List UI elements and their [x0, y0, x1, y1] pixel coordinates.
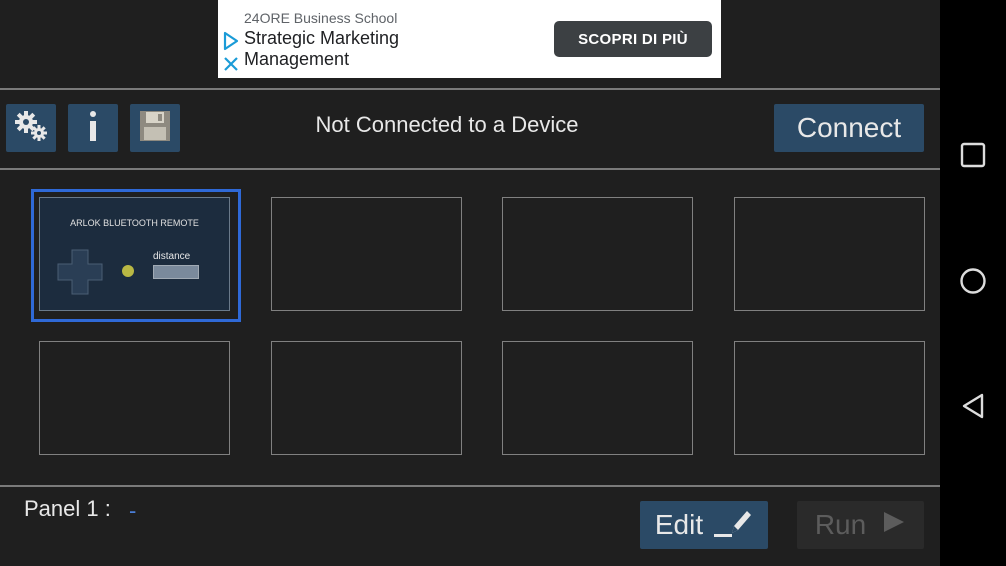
- toolbar-divider: [0, 168, 940, 170]
- recents-button[interactable]: [953, 137, 993, 177]
- panel-label: Panel 1 :: [24, 496, 111, 521]
- settings-button[interactable]: [6, 104, 56, 152]
- panel-slot-7[interactable]: [502, 341, 693, 455]
- system-nav-bar: [940, 0, 1006, 566]
- panel-slot-8[interactable]: [734, 341, 925, 455]
- edit-button[interactable]: Edit: [640, 501, 768, 549]
- recents-square-icon: [960, 142, 986, 173]
- panel-slot-6[interactable]: [271, 341, 462, 455]
- back-button[interactable]: [953, 388, 993, 428]
- ad-close-icon[interactable]: [223, 56, 239, 77]
- panel-slot-5[interactable]: [39, 341, 230, 455]
- led-indicator: [122, 265, 134, 277]
- dpad-icon: [56, 248, 104, 301]
- connection-status: Not Connected to a Device: [315, 112, 579, 137]
- back-triangle-icon: [960, 392, 986, 425]
- home-button[interactable]: [953, 263, 993, 303]
- app-window: 24ORE Business School Strategic Marketin…: [0, 0, 940, 566]
- panel-slot-4[interactable]: [734, 197, 925, 311]
- panel-slot-title: ARLOK BLUETOOTH REMOTE: [70, 218, 199, 228]
- panel-slot-2[interactable]: [271, 197, 462, 311]
- panel-name: -: [129, 498, 137, 523]
- floppy-disk-icon: [139, 110, 171, 147]
- pencil-icon: [713, 506, 753, 545]
- distance-label: distance: [153, 251, 191, 262]
- connect-button[interactable]: Connect: [774, 104, 924, 152]
- info-icon: [86, 109, 100, 148]
- edit-label: Edit: [654, 509, 704, 540]
- run-button[interactable]: Run: [797, 501, 924, 549]
- info-button[interactable]: [68, 104, 118, 152]
- home-circle-icon: [959, 267, 987, 300]
- top-divider: [0, 88, 940, 90]
- ad-title[interactable]: Strategic Marketing Management: [244, 28, 464, 70]
- gears-icon: [13, 109, 49, 148]
- ad-cta-button[interactable]: SCOPRI DI PIÙ: [554, 21, 712, 57]
- ad-play-icon[interactable]: [222, 31, 240, 56]
- panel-slot-1[interactable]: ARLOK BLUETOOTH REMOTE distance: [39, 197, 230, 311]
- ad-advertiser: 24ORE Business School: [244, 10, 398, 26]
- panel-slot-3[interactable]: [502, 197, 693, 311]
- footer-divider: [0, 485, 940, 487]
- play-icon: [882, 509, 906, 541]
- distance-value-box: [153, 265, 199, 279]
- run-label: Run: [814, 509, 867, 540]
- save-button[interactable]: [130, 104, 180, 152]
- ad-banner[interactable]: 24ORE Business School Strategic Marketin…: [218, 0, 721, 78]
